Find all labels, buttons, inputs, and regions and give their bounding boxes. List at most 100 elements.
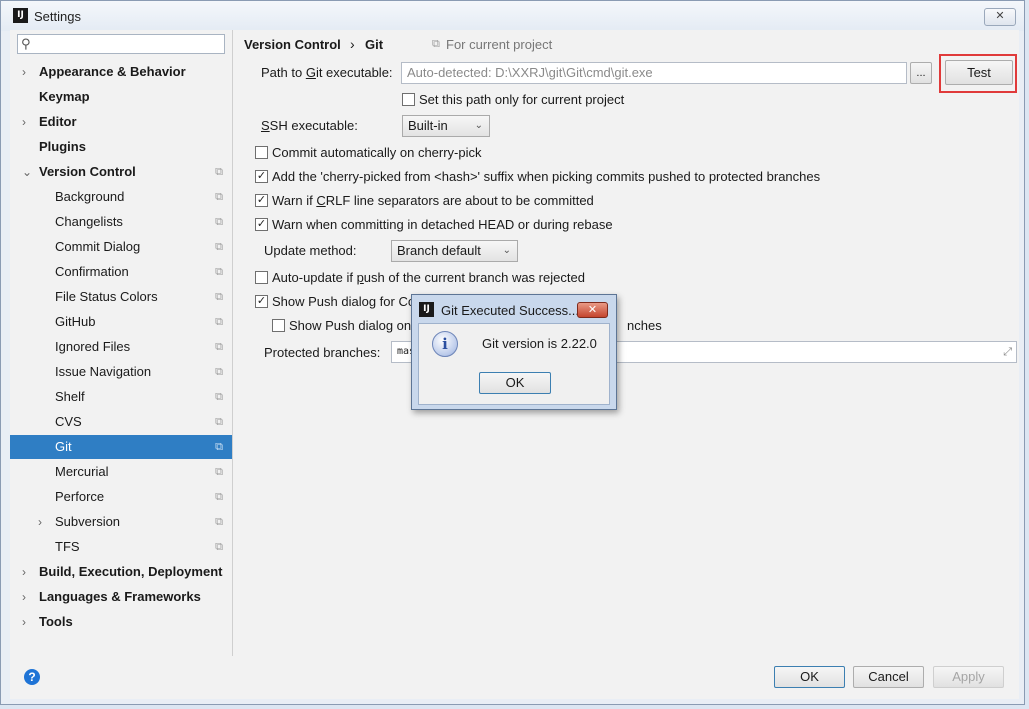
sidebar-item-tools[interactable]: › Tools xyxy=(10,610,232,634)
chevron-right-icon[interactable]: › xyxy=(22,560,26,584)
sidebar-item-shelf[interactable]: Shelf ⧉ xyxy=(10,385,232,409)
help-icon[interactable]: ? xyxy=(24,669,40,685)
sidebar-item-languages-frameworks[interactable]: › Languages & Frameworks xyxy=(10,585,232,609)
sidebar-item-commit-dialog[interactable]: Commit Dialog ⧉ xyxy=(10,235,232,259)
sidebar-item-label: Confirmation xyxy=(55,264,129,279)
warn-crlf-label: Warn if CRLF line separators are about t… xyxy=(272,193,594,208)
sidebar-item-label: Version Control xyxy=(39,164,136,179)
test-button[interactable]: Test xyxy=(945,60,1013,85)
sidebar-item-plugins[interactable]: Plugins xyxy=(10,135,232,159)
sidebar-item-keymap[interactable]: Keymap xyxy=(10,85,232,109)
git-settings-panel: Version Control › Git ⧉ For current proj… xyxy=(244,30,1019,656)
show-push-only-label-tail: nches xyxy=(627,318,662,333)
protected-branches-label: Protected branches: xyxy=(264,345,381,360)
sidebar-item-tfs[interactable]: TFS ⧉ xyxy=(10,535,232,559)
chevron-right-icon[interactable]: › xyxy=(22,585,26,609)
sidebar-item-confirmation[interactable]: Confirmation ⧉ xyxy=(10,260,232,284)
sidebar-item-label: Languages & Frameworks xyxy=(39,589,201,604)
sidebar-item-label: GitHub xyxy=(55,314,96,329)
sidebar-item-cvs[interactable]: CVS ⧉ xyxy=(10,410,232,434)
sidebar-item-mercurial[interactable]: Mercurial ⧉ xyxy=(10,460,232,484)
breadcrumb-separator-icon: › xyxy=(350,36,355,52)
sidebar-item-appearance-behavior[interactable]: › Appearance & Behavior xyxy=(10,60,232,84)
ssh-executable-select[interactable]: Built-in ⌄ xyxy=(402,115,490,137)
project-scope-icon: ⧉ xyxy=(215,466,223,478)
sidebar-item-label: Subversion xyxy=(55,514,121,529)
project-scope-icon: ⧉ xyxy=(215,166,223,178)
project-scope-icon: ⧉ xyxy=(215,391,223,403)
project-scope-icon: ⧉ xyxy=(215,291,223,303)
commit-cherry-pick-checkbox[interactable] xyxy=(255,146,268,159)
sidebar-item-ignored-files[interactable]: Ignored Files ⧉ xyxy=(10,335,232,359)
ok-button[interactable]: OK xyxy=(774,666,845,688)
sidebar-item-label: Git xyxy=(55,439,72,454)
settings-search-field[interactable]: ⚲ xyxy=(17,34,225,54)
project-scope-icon: ⧉ xyxy=(215,491,223,503)
project-scope-icon: ⧉ xyxy=(215,341,223,353)
sidebar-item-issue-navigation[interactable]: Issue Navigation ⧉ xyxy=(10,360,232,384)
page-title: Git xyxy=(365,37,384,52)
project-scope-icon: ⧉ xyxy=(215,266,223,278)
breadcrumb-parent[interactable]: Version Control xyxy=(244,37,341,52)
show-push-only-label: Show Push dialog only xyxy=(289,318,421,333)
chevron-right-icon[interactable]: › xyxy=(38,510,42,534)
sidebar-item-label: Editor xyxy=(39,114,77,129)
chevron-right-icon[interactable]: › xyxy=(22,110,26,134)
sidebar-item-changelists[interactable]: Changelists ⧉ xyxy=(10,210,232,234)
sidebar-item-label: Appearance & Behavior xyxy=(39,64,186,79)
add-cherry-picked-checkbox[interactable]: ✓ xyxy=(255,170,268,183)
sidebar-item-version-control[interactable]: ⌄ Version Control ⧉ xyxy=(10,160,232,184)
info-icon: i xyxy=(432,331,458,357)
sidebar-item-background[interactable]: Background ⧉ xyxy=(10,185,232,209)
show-push-dialog-checkbox[interactable]: ✓ xyxy=(255,295,268,308)
git-path-label: Path to Git executable: xyxy=(261,65,393,80)
git-path-input[interactable]: Auto-detected: D:\XXRJ\git\Git\cmd\git.e… xyxy=(401,62,907,84)
project-scope-icon: ⧉ xyxy=(215,516,223,528)
window-close-button[interactable]: ✕ xyxy=(984,8,1016,26)
search-icon: ⚲ xyxy=(21,36,31,51)
add-cherry-picked-label: Add the 'cherry-picked from <hash>' suff… xyxy=(272,169,821,184)
dialog-close-button[interactable]: ✕ xyxy=(577,302,608,318)
update-method-value: Branch default xyxy=(397,243,481,258)
project-scope-icon: ⧉ xyxy=(432,38,440,50)
sidebar-item-editor[interactable]: › Editor xyxy=(10,110,232,134)
sidebar-item-label: TFS xyxy=(55,539,80,554)
sidebar-item-label: Ignored Files xyxy=(55,339,131,354)
sidebar-item-github[interactable]: GitHub ⧉ xyxy=(10,310,232,334)
browse-button[interactable]: ... xyxy=(910,62,932,84)
sidebar-item-label: Issue Navigation xyxy=(55,364,152,379)
expand-icon[interactable]: ⤢ xyxy=(1003,342,1012,362)
sidebar-item-label: Plugins xyxy=(39,139,86,154)
sidebar-item-label: Build, Execution, Deployment xyxy=(39,564,223,579)
warn-detached-head-checkbox[interactable]: ✓ xyxy=(255,218,268,231)
sidebar-item-build-execution-deployment[interactable]: › Build, Execution, Deployment xyxy=(10,560,232,584)
sidebar-item-label: Shelf xyxy=(55,389,85,404)
sidebar-item-label: Commit Dialog xyxy=(55,239,141,254)
project-scope-icon: ⧉ xyxy=(215,241,223,253)
sidebar-item-subversion[interactable]: › Subversion ⧉ xyxy=(10,510,232,534)
update-method-select[interactable]: Branch default ⌄ xyxy=(391,240,518,262)
ssh-executable-label: SSH executable: xyxy=(261,118,358,133)
chevron-right-icon[interactable]: › xyxy=(22,60,26,84)
current-project-only-checkbox[interactable] xyxy=(402,93,415,106)
show-push-only-checkbox[interactable] xyxy=(272,319,285,332)
dialog-body: i Git version is 2.22.0 OK xyxy=(418,323,610,405)
ssh-executable-value: Built-in xyxy=(408,118,448,133)
git-success-dialog: IJ Git Executed Success... ✕ i Git versi… xyxy=(411,294,617,410)
auto-update-checkbox[interactable] xyxy=(255,271,268,284)
sidebar-item-file-status-colors[interactable]: File Status Colors ⧉ xyxy=(10,285,232,309)
title-bar: IJ Settings ✕ xyxy=(1,1,1024,31)
intellij-app-icon: IJ xyxy=(13,8,28,23)
chevron-down-icon: ⌄ xyxy=(474,120,483,131)
sidebar-item-label: CVS xyxy=(55,414,82,429)
warn-crlf-checkbox[interactable]: ✓ xyxy=(255,194,268,207)
chevron-right-icon[interactable]: › xyxy=(22,610,26,634)
chevron-down-icon[interactable]: ⌄ xyxy=(22,160,32,184)
dialog-ok-button[interactable]: OK xyxy=(479,372,551,394)
cancel-button[interactable]: Cancel xyxy=(853,666,924,688)
project-scope-icon: ⧉ xyxy=(215,541,223,553)
apply-button[interactable]: Apply xyxy=(933,666,1004,688)
sidebar-item-label: Background xyxy=(55,189,125,204)
sidebar-item-perforce[interactable]: Perforce ⧉ xyxy=(10,485,232,509)
sidebar-item-git[interactable]: Git ⧉ xyxy=(10,435,232,459)
